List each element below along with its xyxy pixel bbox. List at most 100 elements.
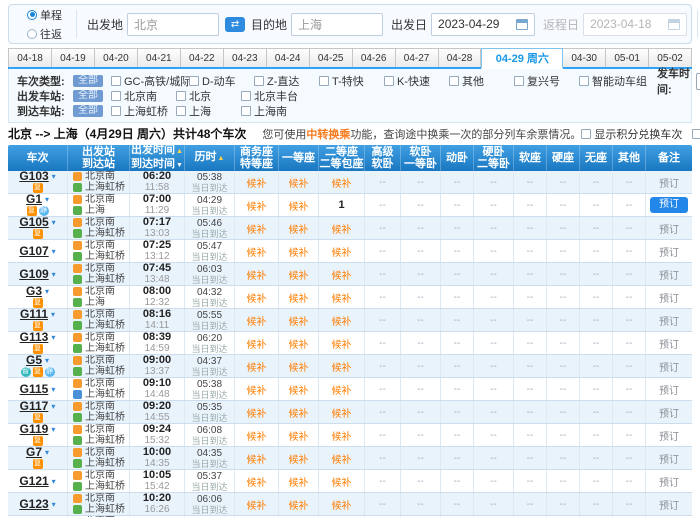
candidate-link[interactable]: 候补 xyxy=(289,244,309,259)
candidate-link[interactable]: 候补 xyxy=(332,336,352,351)
candidate-link[interactable]: 候补 xyxy=(289,451,309,466)
checkbox-icon[interactable] xyxy=(449,76,459,86)
column-header-出发时间[interactable]: 出发时间▲到达时间▼ xyxy=(130,145,185,171)
candidate-link[interactable]: 候补 xyxy=(247,428,267,443)
train-number-link[interactable]: G107 xyxy=(19,246,48,257)
candidate-link[interactable]: 候补 xyxy=(289,474,309,489)
filter-option-上海虹桥[interactable]: 上海虹桥 xyxy=(111,103,176,119)
date-tab-04-21[interactable]: 04-21 xyxy=(138,48,181,67)
checkbox-icon[interactable] xyxy=(189,76,199,86)
train-number-link[interactable]: G105 xyxy=(19,217,48,228)
candidate-link[interactable]: 候补 xyxy=(289,267,309,282)
date-tab-04-24[interactable]: 04-24 xyxy=(267,48,310,67)
candidate-link[interactable]: 候补 xyxy=(332,451,352,466)
candidate-link[interactable]: 候补 xyxy=(289,359,309,374)
filter-option-Z-直达[interactable]: Z-直达 xyxy=(254,73,319,89)
train-number-link[interactable]: G109 xyxy=(19,269,48,280)
filter-option-北京[interactable]: 北京 xyxy=(176,88,241,104)
candidate-link[interactable]: 候补 xyxy=(247,175,267,190)
candidate-link[interactable]: 候补 xyxy=(247,382,267,397)
candidate-link[interactable]: 候补 xyxy=(332,267,352,282)
train-number-link[interactable]: G113 xyxy=(20,332,49,343)
train-number-link[interactable]: G123 xyxy=(19,499,48,510)
calendar-icon[interactable] xyxy=(516,19,528,30)
from-input[interactable]: 北京 xyxy=(127,13,219,36)
checkbox-icon[interactable] xyxy=(111,106,121,116)
checkbox-icon[interactable] xyxy=(581,129,591,139)
filter-option-D-动车[interactable]: D-动车 xyxy=(189,73,254,89)
candidate-link[interactable]: 候补 xyxy=(247,451,267,466)
chevron-down-icon[interactable]: ▾ xyxy=(52,476,56,487)
filter-all-button[interactable]: 全部 xyxy=(73,75,103,87)
column-header-历时[interactable]: 历时▲ xyxy=(185,145,235,171)
candidate-link[interactable]: 候补 xyxy=(247,290,267,305)
checkbox-icon[interactable] xyxy=(692,129,700,139)
checkbox-icon[interactable] xyxy=(176,106,186,116)
candidate-link[interactable]: 候补 xyxy=(332,175,352,190)
train-number-link[interactable]: G121 xyxy=(19,476,48,487)
candidate-link[interactable]: 候补 xyxy=(332,359,352,374)
train-number-link[interactable]: G119 xyxy=(20,424,49,435)
candidate-link[interactable]: 候补 xyxy=(332,313,352,328)
candidate-link[interactable]: 候补 xyxy=(332,382,352,397)
candidate-link[interactable]: 候补 xyxy=(289,221,309,236)
candidate-link[interactable]: 候补 xyxy=(289,290,309,305)
checkbox-icon[interactable] xyxy=(579,76,589,86)
candidate-link[interactable]: 候补 xyxy=(289,198,309,213)
train-number-link[interactable]: G3 xyxy=(26,286,42,297)
filter-option-其他[interactable]: 其他 xyxy=(449,73,514,89)
candidate-link[interactable]: 候补 xyxy=(332,290,352,305)
filter-option-北京丰台[interactable]: 北京丰台 xyxy=(241,88,306,104)
filter-option-复兴号[interactable]: 复兴号 xyxy=(514,73,579,89)
candidate-link[interactable]: 候补 xyxy=(247,474,267,489)
chevron-down-icon[interactable]: ▾ xyxy=(51,401,55,412)
candidate-link[interactable]: 候补 xyxy=(247,359,267,374)
candidate-link[interactable]: 候补 xyxy=(247,313,267,328)
sort-asc-icon[interactable]: ▲ xyxy=(176,148,183,155)
date-tab-04-20[interactable]: 04-20 xyxy=(95,48,138,67)
candidate-link[interactable]: 候补 xyxy=(332,221,352,236)
filter-option-T-特快[interactable]: T-特快 xyxy=(319,73,384,89)
checkbox-icon[interactable] xyxy=(254,76,264,86)
candidate-link[interactable]: 候补 xyxy=(247,405,267,420)
train-number-link[interactable]: G117 xyxy=(20,401,49,412)
depart-time-select[interactable]: 00:00--24:00▾ xyxy=(696,73,700,90)
checkbox-icon[interactable] xyxy=(111,91,121,101)
filter-option-上海[interactable]: 上海 xyxy=(176,103,241,119)
candidate-link[interactable]: 候补 xyxy=(332,474,352,489)
depart-date-input[interactable]: 2023-04-29 xyxy=(431,13,535,36)
toggle-显示全部可预订车次[interactable]: 显示全部可预订车次 xyxy=(692,126,700,142)
candidate-link[interactable]: 候补 xyxy=(247,336,267,351)
checkbox-icon[interactable] xyxy=(319,76,329,86)
date-tab-04-29[interactable]: 04-29 周六 xyxy=(481,48,563,69)
chevron-down-icon[interactable]: ▾ xyxy=(52,171,56,182)
checkbox-icon[interactable] xyxy=(514,76,524,86)
train-number-link[interactable]: G5 xyxy=(26,355,42,366)
candidate-link[interactable]: 候补 xyxy=(289,336,309,351)
swap-stations-icon[interactable]: ⇄ xyxy=(225,17,245,32)
chevron-down-icon[interactable]: ▾ xyxy=(45,355,49,366)
filter-option-GC-高铁/城际[interactable]: GC-高铁/城际 xyxy=(111,73,189,89)
chevron-down-icon[interactable]: ▾ xyxy=(51,332,55,343)
candidate-link[interactable]: 候补 xyxy=(332,428,352,443)
date-tab-04-30[interactable]: 04-30 xyxy=(563,48,606,67)
candidate-link[interactable]: 候补 xyxy=(247,497,267,512)
filter-option-上海南[interactable]: 上海南 xyxy=(241,103,306,119)
chevron-down-icon[interactable]: ▾ xyxy=(45,194,49,205)
checkbox-icon[interactable] xyxy=(111,76,121,86)
checkbox-icon[interactable] xyxy=(176,91,186,101)
candidate-link[interactable]: 候补 xyxy=(247,198,267,213)
chevron-down-icon[interactable]: ▾ xyxy=(52,499,56,510)
filter-option-北京南[interactable]: 北京南 xyxy=(111,88,176,104)
chevron-down-icon[interactable]: ▾ xyxy=(51,309,55,320)
sort-asc-icon[interactable]: ▲ xyxy=(218,155,225,162)
candidate-link[interactable]: 候补 xyxy=(289,382,309,397)
date-tab-04-26[interactable]: 04-26 xyxy=(353,48,396,67)
checkbox-icon[interactable] xyxy=(241,91,251,101)
candidate-link[interactable]: 候补 xyxy=(247,267,267,282)
date-tab-04-19[interactable]: 04-19 xyxy=(52,48,95,67)
filter-all-button[interactable]: 全部 xyxy=(73,90,103,102)
candidate-link[interactable]: 候补 xyxy=(332,497,352,512)
train-number-link[interactable]: G7 xyxy=(26,447,42,458)
sort-desc-icon[interactable]: ▼ xyxy=(176,162,183,169)
